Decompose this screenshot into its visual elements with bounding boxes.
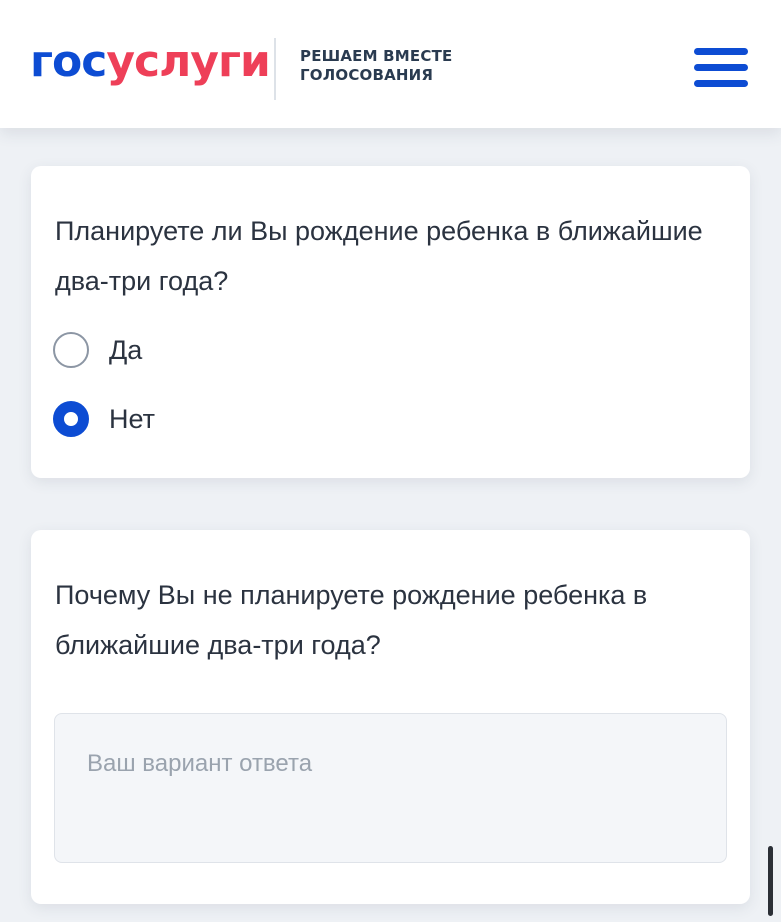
- app-header: госуслуги РЕШАЕМ ВМЕСТЕ ГОЛОСОВАНИЯ: [0, 0, 781, 128]
- radio-label-no[interactable]: Нет: [109, 404, 155, 435]
- project-title-line2: ГОЛОСОВАНИЯ: [300, 66, 434, 84]
- gosuslugi-logo[interactable]: госуслуги: [30, 34, 271, 90]
- radio-unchecked-icon[interactable]: [53, 332, 89, 368]
- radio-label-yes[interactable]: Да: [109, 335, 142, 366]
- answer-textarea[interactable]: [54, 713, 727, 863]
- scrollbar[interactable]: [768, 846, 773, 916]
- menu-bar: [694, 48, 748, 55]
- logo-text-uslugi: услуги: [106, 36, 270, 87]
- radio-checked-icon[interactable]: [53, 401, 89, 437]
- question-card-reason: Почему Вы не планируете рождение ребенка…: [31, 530, 750, 904]
- question-text: Почему Вы не планируете рождение ребенка…: [55, 580, 648, 660]
- question-card-plans: Планируете ли Вы рождение ребенка в ближ…: [31, 166, 750, 478]
- question-text: Планируете ли Вы рождение ребенка в ближ…: [55, 216, 703, 296]
- logo-text-gos: гос: [30, 36, 107, 87]
- project-title-line1: РЕШАЕМ ВМЕСТЕ: [300, 47, 453, 65]
- menu-bar: [694, 80, 748, 87]
- radio-option-yes[interactable]: Да: [53, 330, 353, 370]
- menu-bar: [694, 64, 748, 71]
- logo-divider: [274, 38, 276, 100]
- hamburger-menu-icon[interactable]: [692, 42, 750, 92]
- project-title: РЕШАЕМ ВМЕСТЕ ГОЛОСОВАНИЯ: [300, 47, 452, 85]
- radio-option-no[interactable]: Нет: [53, 399, 353, 439]
